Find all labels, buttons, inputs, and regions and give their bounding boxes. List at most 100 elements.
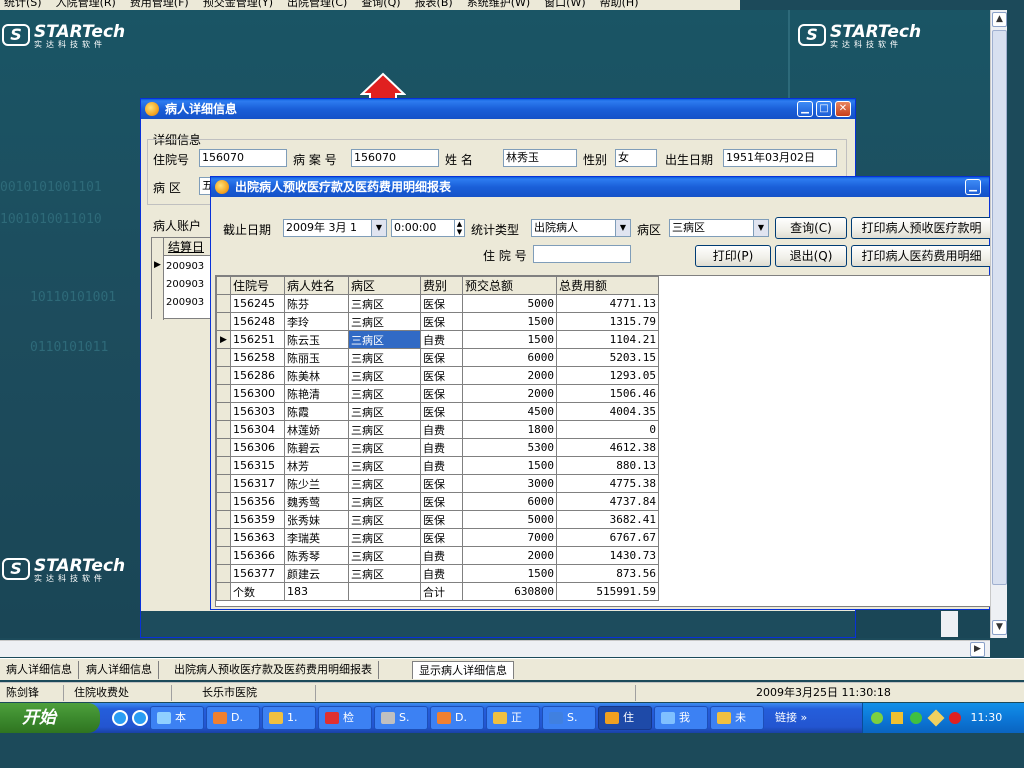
cell-patient-name[interactable]: 林芳 xyxy=(284,456,349,475)
col-patient-name[interactable]: 病人姓名 xyxy=(284,276,349,295)
admission-no-input[interactable] xyxy=(533,245,631,263)
cell-ward[interactable]: 三病区 xyxy=(348,438,421,457)
taskbar-button[interactable]: S. xyxy=(374,706,428,730)
table-row[interactable]: 156300 陈艳清 三病区 医保 2000 1506.46 xyxy=(216,384,659,403)
menu-item[interactable]: 预交金管理(Y) xyxy=(203,0,273,9)
cell-cost-total[interactable]: 0 xyxy=(556,420,659,439)
scroll-up-icon[interactable]: ▲ xyxy=(992,12,1007,27)
gender-field[interactable]: 女 xyxy=(615,149,657,167)
menu-item[interactable]: 费用管理(F) xyxy=(130,0,189,9)
cell-cost-total[interactable]: 880.13 xyxy=(556,456,659,475)
cell-prepay-total[interactable]: 3000 xyxy=(462,474,557,493)
cell-admission-no[interactable]: 156306 xyxy=(230,438,285,457)
cell-fee-type[interactable]: 医保 xyxy=(420,366,463,385)
taskbar-button[interactable]: 检 xyxy=(318,706,372,730)
cell-ward[interactable]: 三病区 xyxy=(348,474,421,493)
cell-patient-name[interactable]: 李瑞英 xyxy=(284,528,349,547)
menu-item[interactable]: 入院管理(R) xyxy=(56,0,116,9)
cell-cost-total[interactable]: 6767.67 xyxy=(556,528,659,547)
col-admission-no[interactable]: 住院号 xyxy=(230,276,285,295)
col-cost-total[interactable]: 总费用额 xyxy=(556,276,659,295)
taskbar-button[interactable]: 住 xyxy=(598,706,652,730)
cell-admission-no[interactable]: 156377 xyxy=(230,564,285,583)
cell-cost-total[interactable]: 1293.05 xyxy=(556,366,659,385)
taskbar-button[interactable]: D. xyxy=(206,706,260,730)
cell-patient-name[interactable]: 陈艳清 xyxy=(284,384,349,403)
cell-patient-name[interactable]: 陈秀琴 xyxy=(284,546,349,565)
cell-cost-total[interactable]: 1315.79 xyxy=(556,312,659,331)
cell-prepay-total[interactable]: 5000 xyxy=(462,510,557,529)
cell-prepay-total[interactable]: 1500 xyxy=(462,564,557,583)
tab-show-detail[interactable]: 显示病人详细信息 xyxy=(412,661,514,679)
cell-cost-total[interactable]: 1430.73 xyxy=(556,546,659,565)
cell-admission-no[interactable]: 156286 xyxy=(230,366,285,385)
cell-ward[interactable]: 三病区 xyxy=(348,528,421,547)
cell-prepay-total[interactable]: 1800 xyxy=(462,420,557,439)
table-row[interactable]: ▶ 156251 陈云玉 三病区 自费 1500 1104.21 xyxy=(216,330,659,349)
menu-item[interactable]: 报表(B) xyxy=(415,0,453,9)
cell-cost-total[interactable]: 3682.41 xyxy=(556,510,659,529)
cell-prepay-total[interactable]: 6000 xyxy=(462,492,557,511)
cell-ward[interactable]: 三病区 xyxy=(348,420,421,439)
cell-ward[interactable]: 三病区 xyxy=(348,402,421,421)
cell-ward[interactable]: 三病区 xyxy=(348,366,421,385)
cell-prepay-total[interactable]: 5000 xyxy=(462,294,557,313)
cell-prepay-total[interactable]: 5300 xyxy=(462,438,557,457)
menu-item[interactable]: 统计(S) xyxy=(4,0,42,9)
cell-ward[interactable]: 三病区 xyxy=(348,312,421,331)
cell-patient-name[interactable]: 陈芬 xyxy=(284,294,349,313)
taskbar-button[interactable]: 正 xyxy=(486,706,540,730)
cell-admission-no[interactable]: 156300 xyxy=(230,384,285,403)
vertical-scrollbar[interactable]: ▲ ▼ xyxy=(990,10,1007,638)
cell-ward[interactable]: 三病区 xyxy=(348,384,421,403)
cell-ward[interactable]: 三病区 xyxy=(348,510,421,529)
tray-clock[interactable]: 11:30 xyxy=(971,711,1003,724)
cell-admission-no[interactable]: 156245 xyxy=(230,294,285,313)
cell-prepay-total[interactable]: 2000 xyxy=(462,384,557,403)
cell-admission-no[interactable]: 156363 xyxy=(230,528,285,547)
scroll-down-icon[interactable]: ▼ xyxy=(992,620,1007,635)
report-grid[interactable]: 住院号 病人姓名 病区 费别 预交总额 总费用额 156245 陈芬 三病区 医保 50… xyxy=(216,276,659,601)
tab-patient-detail-2[interactable]: 病人详细信息 xyxy=(80,661,159,679)
exit-button[interactable]: 退出(Q) xyxy=(775,245,847,267)
minimize-button[interactable]: ▁ xyxy=(797,101,813,117)
taskbar-button[interactable]: S. xyxy=(542,706,596,730)
maximize-button[interactable]: □ xyxy=(816,101,832,117)
tray-alert-icon[interactable] xyxy=(927,709,944,727)
cell-ward[interactable]: 三病区 xyxy=(348,456,421,475)
name-field[interactable]: 林秀玉 xyxy=(503,149,577,167)
settle-row[interactable]: 200903 xyxy=(166,294,204,312)
browser-icon-2[interactable] xyxy=(132,710,148,726)
menu-item[interactable]: 窗口(W) xyxy=(544,0,585,9)
table-row[interactable]: 156356 魏秀莺 三病区 医保 6000 4737.84 xyxy=(216,492,659,511)
scroll-right-icon[interactable]: ▶ xyxy=(970,642,985,657)
cell-admission-no[interactable]: 156258 xyxy=(230,348,285,367)
table-row[interactable]: 156306 陈碧云 三病区 自费 5300 4612.38 xyxy=(216,438,659,457)
start-button[interactable]: 开始 xyxy=(0,703,100,733)
tray-stop-icon[interactable] xyxy=(949,712,961,724)
report-grid-area[interactable]: 住院号 病人姓名 病区 费别 预交总额 总费用额 156245 陈芬 三病区 医保 50… xyxy=(215,275,991,607)
settle-row[interactable]: 200903 xyxy=(166,258,204,276)
cell-patient-name[interactable]: 陈丽玉 xyxy=(284,348,349,367)
cell-ward[interactable]: 三病区 xyxy=(348,330,421,349)
table-row[interactable]: 156363 李瑞英 三病区 医保 7000 6767.67 xyxy=(216,528,659,547)
cell-patient-name[interactable]: 李玲 xyxy=(284,312,349,331)
tray-network-icon[interactable] xyxy=(871,712,883,724)
cell-ward[interactable]: 三病区 xyxy=(348,546,421,565)
horizontal-scrollbar[interactable]: ▶ xyxy=(0,640,990,657)
cell-patient-name[interactable]: 林莲娇 xyxy=(284,420,349,439)
cell-fee-type[interactable]: 自费 xyxy=(420,456,463,475)
cell-fee-type[interactable]: 医保 xyxy=(420,474,463,493)
table-row[interactable]: 156377 颜建云 三病区 自费 1500 873.56 xyxy=(216,564,659,583)
cell-patient-name[interactable]: 张秀妹 xyxy=(284,510,349,529)
cell-prepay-total[interactable]: 1500 xyxy=(462,330,557,349)
taskbar-button[interactable]: D. xyxy=(430,706,484,730)
tray-shield-icon[interactable] xyxy=(910,712,922,724)
print-button[interactable]: 打印(P) xyxy=(695,245,771,267)
query-button[interactable]: 查询(C) xyxy=(775,217,847,239)
cell-fee-type[interactable]: 自费 xyxy=(420,564,463,583)
cell-fee-type[interactable]: 自费 xyxy=(420,546,463,565)
cell-patient-name[interactable]: 陈霞 xyxy=(284,402,349,421)
scroll-thumb[interactable] xyxy=(992,30,1007,585)
menu-item[interactable]: 查询(Q) xyxy=(361,0,400,9)
